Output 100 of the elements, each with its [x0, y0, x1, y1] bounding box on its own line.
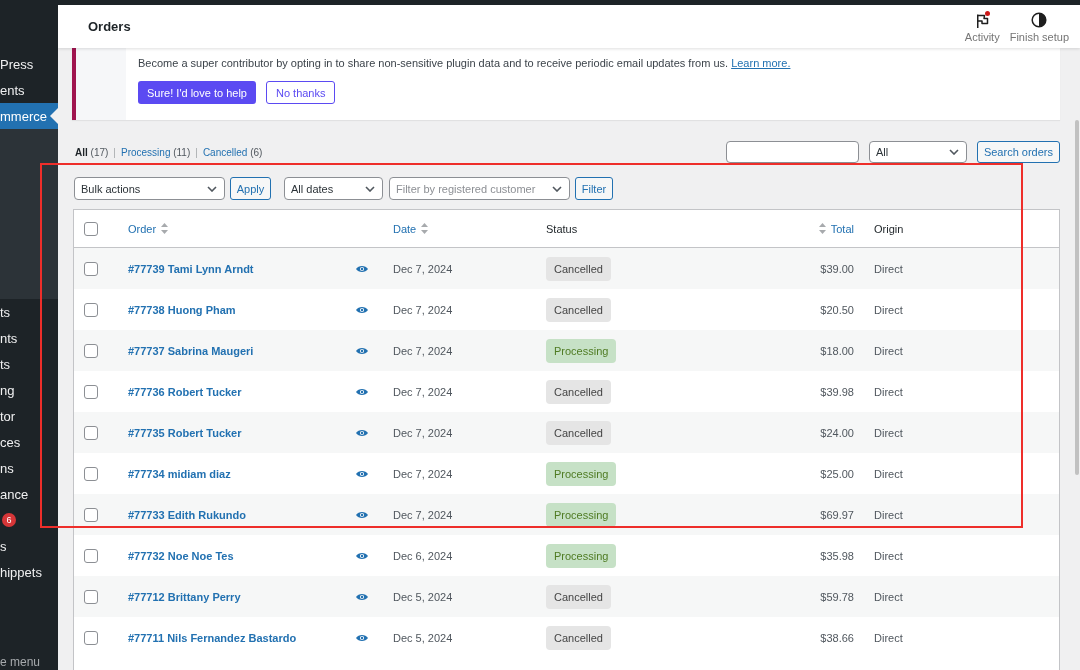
view-separator: | — [113, 146, 116, 158]
order-total: $39.00 — [820, 262, 854, 275]
eye-icon[interactable] — [356, 510, 368, 519]
search-field[interactable] — [725, 141, 859, 163]
eye-icon[interactable] — [356, 469, 368, 478]
sidebar-item[interactable]: hippets — [0, 563, 42, 581]
sidebar-item[interactable]: Press — [0, 55, 34, 73]
row-checkbox[interactable] — [84, 425, 98, 440]
eye-icon[interactable] — [356, 551, 368, 560]
table-row[interactable]: #77736 Robert Tucker Dec 7, 2024 Cancelled $39.98 Direct — [74, 371, 1059, 412]
table-row[interactable]: #77738 Huong Pham Dec 7, 2024 Cancelled $20.50 Direct — [74, 289, 1059, 330]
status-view-link[interactable]: All (17) — [75, 146, 109, 158]
row-checkbox[interactable] — [84, 343, 98, 358]
search-orders-button[interactable]: Search orders — [976, 141, 1060, 163]
sidebar-item[interactable]: s — [0, 537, 7, 555]
row-title-link[interactable]: #77712 Brittany Perry — [128, 590, 241, 603]
sort-icon — [161, 223, 169, 234]
order-total: $69.97 — [820, 508, 854, 521]
order-total: $39.98 — [820, 385, 854, 398]
activity-button[interactable]: Activity — [964, 10, 1000, 43]
status-badge: Cancelled — [546, 584, 611, 609]
eye-icon[interactable] — [356, 428, 368, 437]
sortable-column-header[interactable]: Date — [393, 222, 429, 235]
opt-in-button[interactable]: Sure! I'd love to help — [138, 81, 256, 104]
eye-icon[interactable] — [356, 633, 368, 642]
page-title: Orders — [88, 19, 131, 34]
sidebar-item[interactable]: mmerce — [0, 103, 58, 129]
order-date: Dec 7, 2024 — [393, 508, 453, 521]
order-origin: Direct — [874, 262, 903, 275]
row-title-link[interactable]: #77732 Noe Noe Tes — [128, 549, 234, 562]
table-row[interactable]: #77711 Nils Fernandez Bastardo Dec 5, 2024 Cancelled $38.66 Direct — [74, 617, 1059, 658]
sortable-column-header[interactable]: Order — [128, 222, 169, 235]
eye-icon[interactable] — [356, 387, 368, 396]
table-row[interactable]: #77732 Noe Noe Tes Dec 6, 2024 Processing $35.98 Direct — [74, 535, 1059, 576]
finish-setup-button[interactable]: Finish setup — [1009, 10, 1069, 43]
status-badge: Cancelled — [546, 256, 611, 281]
table-row[interactable]: #77712 Brittany Perry Dec 5, 2024 Cancelled $59.78 Direct — [74, 576, 1059, 617]
table-row[interactable]: #77735 Robert Tucker Dec 7, 2024 Cancelled $24.00 Direct — [74, 412, 1059, 453]
sidebar-item[interactable]: ents — [0, 81, 25, 99]
row-title-link[interactable]: #77733 Edith Rukundo — [128, 508, 246, 521]
dismiss-button[interactable]: No thanks — [265, 81, 336, 104]
row-title-link[interactable]: #77734 midiam diaz — [128, 467, 231, 480]
order-total: $24.00 — [820, 426, 854, 439]
order-origin: Direct — [874, 467, 903, 480]
row-title-link[interactable]: #77739 Tami Lynn Arndt — [128, 262, 254, 275]
learn-more-link[interactable]: Learn more. — [731, 57, 791, 69]
scrollbar-thumb[interactable] — [1075, 120, 1079, 475]
table-row[interactable]: #77739 Tami Lynn Arndt Dec 7, 2024 Cancelled $39.00 Direct — [74, 248, 1059, 289]
order-total: $35.98 — [820, 549, 854, 562]
status-badge: Processing — [546, 338, 617, 363]
bulk-actions-select[interactable]: Bulk actions — [74, 177, 225, 200]
select-all-checkbox[interactable] — [84, 221, 98, 236]
status-view-link[interactable]: Cancelled (6) — [202, 146, 263, 158]
row-checkbox[interactable] — [84, 261, 98, 276]
eye-icon[interactable] — [356, 264, 368, 273]
status-select[interactable]: All — [868, 141, 967, 163]
row-checkbox[interactable] — [84, 384, 98, 399]
order-date: Dec 7, 2024 — [393, 303, 453, 316]
sidebar-item[interactable]: nts — [0, 329, 18, 347]
order-origin: Direct — [874, 508, 903, 521]
row-checkbox[interactable] — [84, 507, 98, 522]
row-checkbox[interactable] — [84, 302, 98, 317]
notice-text: Become a super contributor by opting in to share non-sensitive plugin data and to receive periodic email updates from us. Learn more. — [138, 56, 791, 71]
sidebar-item[interactable]: ts — [0, 303, 11, 321]
row-checkbox[interactable] — [84, 466, 98, 481]
column-header: Status — [546, 222, 578, 235]
sortable-column-header[interactable]: Total — [818, 222, 854, 235]
eye-icon[interactable] — [356, 592, 368, 601]
table-row[interactable]: #77737 Sabrina Maugeri Dec 7, 2024 Processing $18.00 Direct — [74, 330, 1059, 371]
sidebar-item[interactable]: ts — [0, 355, 11, 373]
eye-icon[interactable] — [356, 346, 368, 355]
row-title-link[interactable]: #77737 Sabrina Maugeri — [128, 344, 254, 357]
sidebar-item[interactable]: ces — [0, 433, 21, 451]
order-origin: Direct — [874, 385, 903, 398]
row-title-link[interactable]: #77711 Nils Fernandez Bastardo — [128, 631, 297, 644]
sort-icon — [421, 223, 429, 234]
row-checkbox[interactable] — [84, 589, 98, 604]
order-total: $18.00 — [820, 344, 854, 357]
order-date: Dec 7, 2024 — [393, 426, 453, 439]
eye-icon[interactable] — [356, 305, 368, 314]
chevron-down-icon — [207, 185, 217, 192]
table-row[interactable]: #77734 midiam diaz Dec 7, 2024 Processing $25.00 Direct — [74, 453, 1059, 494]
collapse-menu-button[interactable]: e menu — [0, 654, 41, 670]
row-title-link[interactable]: #77738 Huong Pham — [128, 303, 236, 316]
row-title-link[interactable]: #77735 Robert Tucker — [128, 426, 242, 439]
row-title-link[interactable]: #77736 Robert Tucker — [128, 385, 242, 398]
row-checkbox[interactable] — [84, 548, 98, 563]
filter-button[interactable]: Filter — [575, 177, 613, 200]
date-filter-select[interactable]: All dates — [284, 177, 383, 200]
sidebar-item[interactable]: ns — [0, 459, 14, 477]
apply-button[interactable]: Apply — [230, 177, 271, 200]
row-checkbox[interactable] — [84, 630, 98, 645]
table-row[interactable]: #77733 Edith Rukundo Dec 7, 2024 Processing $69.97 Direct — [74, 494, 1059, 535]
order-origin: Direct — [874, 549, 903, 562]
sidebar-item[interactable]: 6 — [0, 511, 16, 529]
sidebar-item[interactable]: ng — [0, 381, 15, 399]
status-view-link[interactable]: Processing (11) — [120, 146, 191, 158]
order-total: $59.78 — [820, 590, 854, 603]
sidebar-item[interactable]: ance — [0, 485, 29, 503]
sidebar-item[interactable]: tor — [0, 407, 16, 425]
